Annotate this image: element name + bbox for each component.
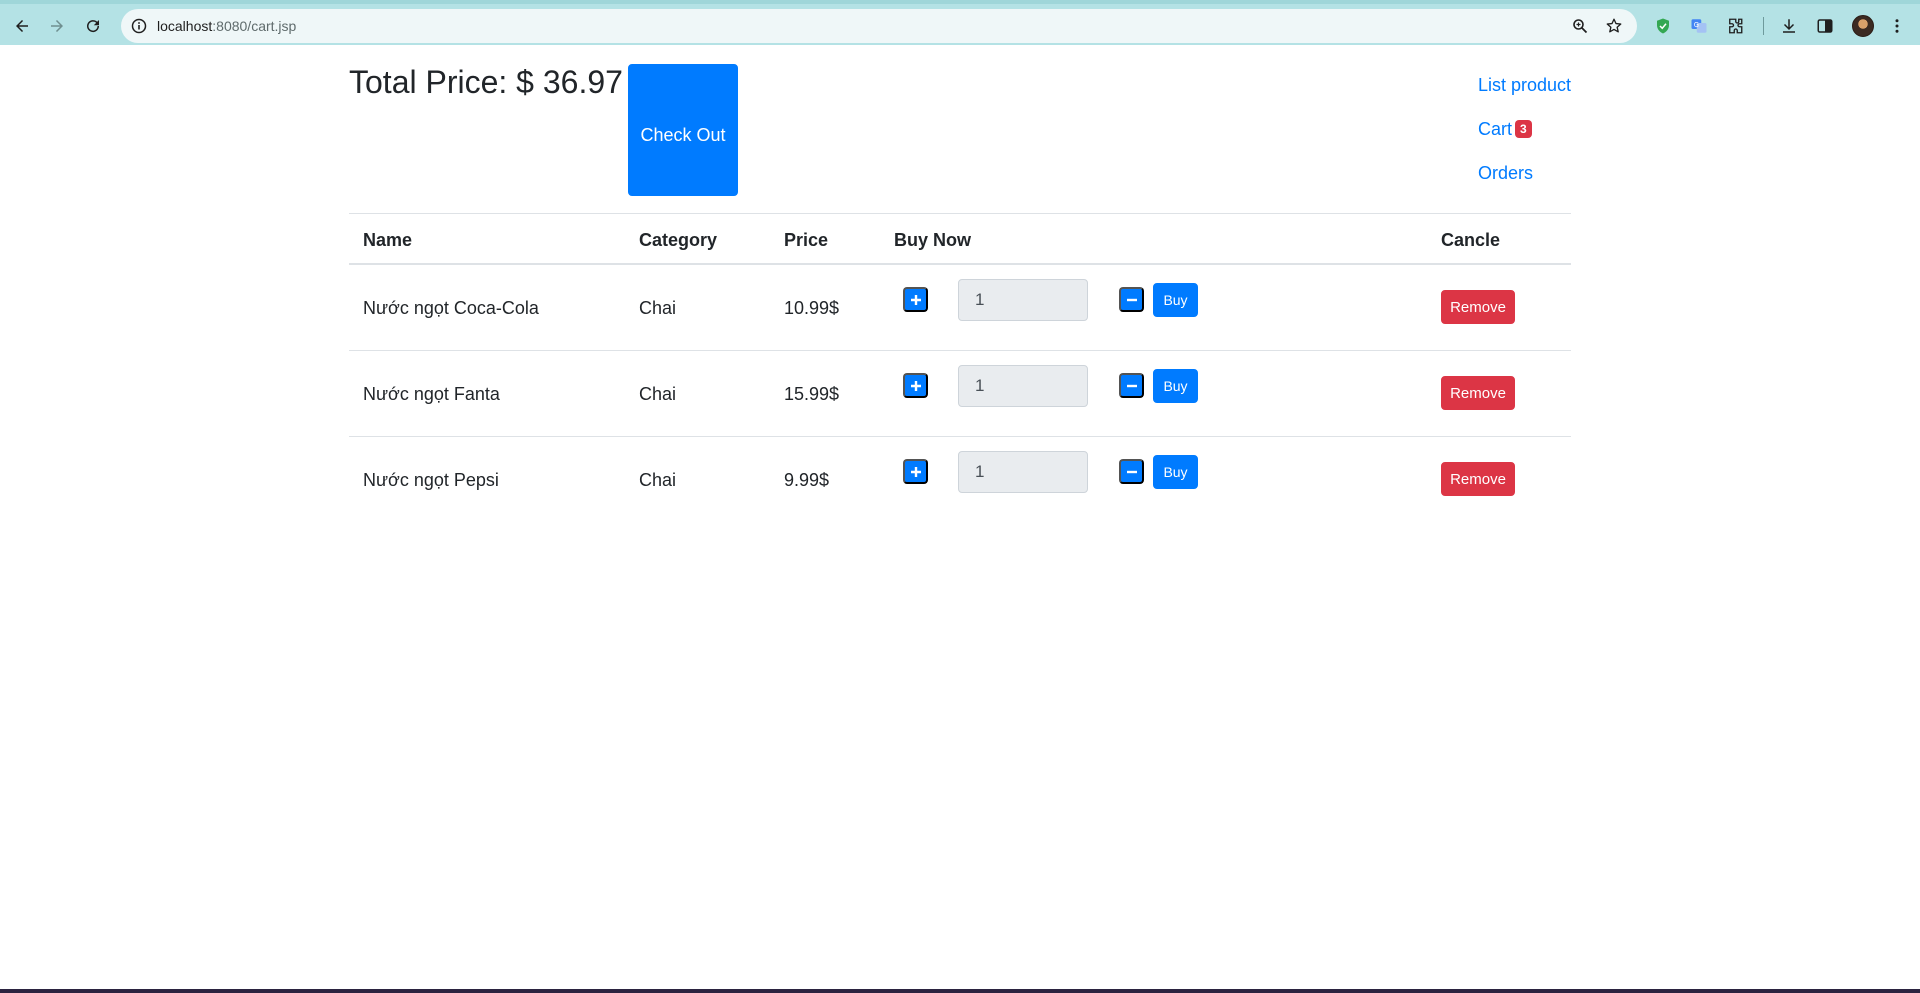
plus-icon: [910, 380, 921, 391]
toolbar-separator: [1763, 17, 1764, 35]
table-row: Nước ngọt Coca-Cola Chai 10.99$ Buy Remo…: [349, 265, 1571, 351]
product-category: Chai: [639, 298, 677, 318]
column-header-name: Name: [363, 230, 413, 250]
increase-quantity-button[interactable]: [903, 373, 928, 398]
shield-extension-icon[interactable]: [1652, 15, 1674, 37]
reload-button[interactable]: [79, 12, 107, 40]
more-menu-icon[interactable]: [1886, 15, 1908, 37]
download-icon[interactable]: [1778, 15, 1800, 37]
product-category: Chai: [639, 470, 677, 490]
buy-button[interactable]: Buy: [1153, 369, 1198, 403]
extensions-puzzle-icon[interactable]: [1724, 15, 1746, 37]
column-header-category: Category: [639, 230, 718, 250]
quantity-input[interactable]: [958, 451, 1088, 493]
table-row: Nước ngọt Fanta Chai 15.99$ Buy Remove: [349, 351, 1571, 437]
product-price: 15.99$: [784, 384, 840, 404]
remove-button[interactable]: Remove: [1441, 376, 1515, 410]
browser-toolbar: localhost:8080/cart.jsp G: [0, 0, 1920, 45]
remove-button[interactable]: Remove: [1441, 462, 1515, 496]
plus-icon: [910, 294, 921, 305]
total-price: Total Price: $ 36.97: [349, 64, 623, 100]
url-text: localhost:8080/cart.jsp: [157, 18, 296, 34]
zoom-icon[interactable]: [1570, 16, 1590, 36]
translate-extension-icon[interactable]: G: [1688, 15, 1710, 37]
decrease-quantity-button[interactable]: [1119, 459, 1144, 484]
page-content: Total Price: $ 36.97 Check Out List prod…: [0, 45, 1920, 993]
url-path: :8080/cart.jsp: [212, 18, 297, 34]
bookmark-star-icon[interactable]: [1604, 16, 1624, 36]
forward-icon: [51, 20, 63, 32]
address-bar[interactable]: localhost:8080/cart.jsp: [121, 9, 1637, 43]
cart-count-badge: 3: [1515, 120, 1532, 138]
product-name: Nước ngọt Coca-Cola: [363, 298, 539, 318]
table-header: Name Category Price Buy Now Cancle: [349, 213, 1571, 265]
table-row: Nước ngọt Pepsi Chai 9.99$ Buy Remove: [349, 437, 1571, 523]
svg-text:G: G: [1694, 21, 1699, 29]
buy-button[interactable]: Buy: [1153, 283, 1198, 317]
nav-cart-label: Cart: [1478, 119, 1513, 139]
product-name: Nước ngọt Fanta: [363, 384, 500, 404]
column-header-buy-now: Buy Now: [894, 230, 972, 250]
site-info-icon[interactable]: [129, 16, 149, 36]
back-icon: [16, 20, 28, 32]
buy-button[interactable]: Buy: [1153, 455, 1198, 489]
cart-table: Name Category Price Buy Now Cancle Nước …: [349, 213, 1571, 523]
taskbar-edge: [0, 989, 1920, 993]
remove-button[interactable]: Remove: [1441, 290, 1515, 324]
product-price: 9.99$: [784, 470, 830, 490]
plus-icon: [910, 466, 921, 477]
minus-icon: [1126, 384, 1137, 387]
minus-icon: [1126, 298, 1137, 301]
decrease-quantity-button[interactable]: [1119, 287, 1144, 312]
back-button[interactable]: [8, 12, 36, 40]
nav-orders[interactable]: Orders: [1478, 163, 1533, 184]
minus-icon: [1126, 470, 1137, 473]
profile-avatar[interactable]: [1852, 15, 1874, 37]
product-category: Chai: [639, 384, 677, 404]
url-host: localhost: [157, 18, 213, 34]
reload-icon: [87, 20, 100, 33]
checkout-button[interactable]: Check Out: [628, 64, 738, 196]
quantity-input[interactable]: [958, 279, 1088, 321]
forward-button[interactable]: [43, 12, 71, 40]
decrease-quantity-button[interactable]: [1119, 373, 1144, 398]
nav-list-product[interactable]: List product: [1478, 75, 1571, 96]
quantity-input[interactable]: [958, 365, 1088, 407]
column-header-cancel: Cancle: [1441, 230, 1501, 250]
product-price: 10.99$: [784, 298, 840, 318]
increase-quantity-button[interactable]: [903, 459, 928, 484]
nav-cart[interactable]: Cart 3: [1478, 119, 1532, 140]
product-name: Nước ngọt Pepsi: [363, 470, 499, 490]
column-header-price: Price: [784, 230, 829, 250]
side-panel-icon[interactable]: [1814, 15, 1836, 37]
increase-quantity-button[interactable]: [903, 287, 928, 312]
